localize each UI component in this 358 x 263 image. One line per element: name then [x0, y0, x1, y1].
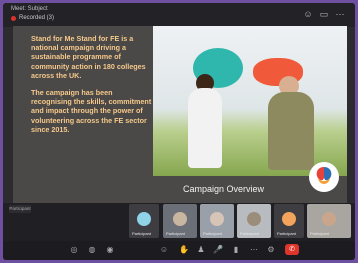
- meeting-window: Meet: Subject Recorded (3) ☺ ▭ ⋯ Stand f…: [3, 3, 355, 260]
- participant-name: Participant: [240, 231, 259, 236]
- slide-text-block: Stand for Me Stand for FE is a national …: [31, 34, 153, 142]
- slide-caption: Campaign Overview: [183, 184, 265, 194]
- participant-tile[interactable]: Participant: [274, 204, 304, 238]
- chat-icon[interactable]: ▭: [319, 9, 329, 19]
- slide-paragraph-1: Stand for Me Stand for FE is a national …: [31, 34, 146, 80]
- camera-icon[interactable]: ◎: [69, 245, 79, 255]
- participant-name: Participant: [166, 231, 185, 236]
- self-view-label[interactable]: Participant: [9, 205, 31, 213]
- recording-indicator-icon: [11, 16, 16, 21]
- participant-avatar: [282, 212, 296, 226]
- participant-tile[interactable]: Participant: [163, 204, 197, 238]
- share-icon[interactable]: ◍: [87, 245, 97, 255]
- recording-label[interactable]: Recorded (3): [19, 15, 54, 21]
- microphone-icon[interactable]: 🎤: [213, 245, 223, 255]
- participant-name: Participant: [203, 231, 222, 236]
- participant-tile[interactable]: Participant: [200, 204, 234, 238]
- more-icon[interactable]: ⋯: [249, 245, 259, 255]
- slide-photo: [153, 26, 347, 176]
- apps-icon[interactable]: ◉: [105, 245, 115, 255]
- participant-avatar: [210, 212, 224, 226]
- slide-paragraph-2: The campaign has been recognising the sk…: [31, 88, 152, 134]
- reactions-icon[interactable]: ☺: [159, 245, 169, 255]
- end-call-button[interactable]: ✆: [285, 244, 299, 255]
- more-options-icon[interactable]: ⋯: [335, 9, 345, 19]
- campaign-logo-graphic: [316, 167, 332, 184]
- participant-tile[interactable]: Participant: [129, 204, 159, 238]
- participant-avatar: [173, 212, 187, 226]
- shared-presentation-slide: Stand for Me Stand for FE is a national …: [13, 26, 347, 204]
- video-icon[interactable]: ▮: [231, 245, 241, 255]
- participant-avatar: [247, 212, 261, 226]
- participant-avatar: [322, 212, 336, 226]
- participant-tile[interactable]: Participant: [307, 204, 351, 238]
- participant-name: Participant: [132, 231, 151, 236]
- photo-person: [268, 92, 314, 170]
- participants-icon[interactable]: ♟: [196, 245, 206, 255]
- settings-icon[interactable]: ⚙: [266, 245, 276, 255]
- participant-tile[interactable]: Participant: [237, 204, 271, 238]
- meeting-top-bar: Meet: Subject Recorded (3) ☺ ▭ ⋯: [3, 3, 355, 27]
- raise-hand-icon[interactable]: ✋: [179, 245, 189, 255]
- participant-name: Participant: [310, 231, 329, 236]
- people-icon[interactable]: ☺: [303, 9, 313, 19]
- participant-name: Participant: [277, 231, 296, 236]
- participant-avatar: [137, 212, 151, 226]
- meeting-title: Meet: Subject: [11, 6, 48, 12]
- photo-person: [188, 88, 222, 168]
- campaign-logo-icon: [309, 162, 339, 192]
